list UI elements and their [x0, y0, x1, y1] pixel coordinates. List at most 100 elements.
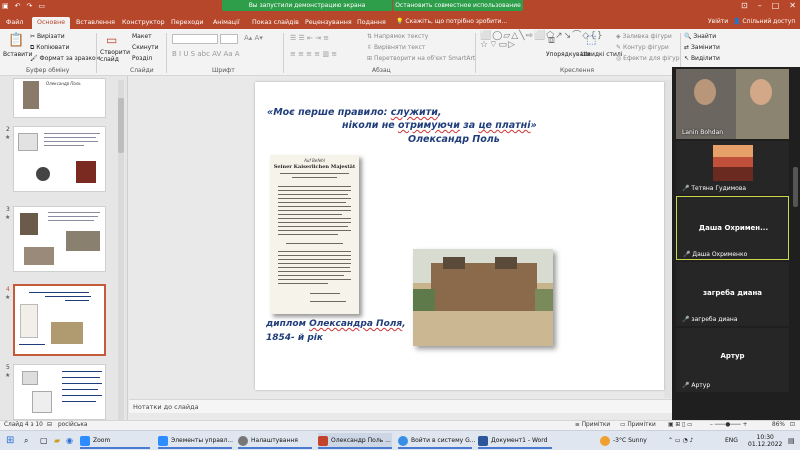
weather-widget[interactable]: -3°C Sunny [600, 433, 647, 449]
font-format-buttons[interactable]: B I U S abc AV Aa A [172, 50, 240, 58]
zoom-icon [158, 435, 168, 446]
slide-thumbnail-5[interactable] [13, 364, 106, 420]
participant-video-tile[interactable]: Lanin Bohdan [676, 69, 789, 139]
notifications-icon[interactable]: ▤ [788, 433, 795, 449]
save-icon[interactable]: ▣ [2, 2, 9, 10]
cursor-icon: ↖ [684, 55, 691, 62]
slide-thumbnail-3[interactable] [13, 206, 106, 272]
shape-outline-button[interactable]: ✎ Контур фігури [616, 44, 669, 51]
sign-in-link[interactable]: Увійти [708, 16, 728, 27]
share-button[interactable]: 👤 Спільний доступ [733, 16, 795, 27]
comments-toggle[interactable]: ▭ Примітки [620, 421, 656, 430]
present-icon[interactable]: ▭ [38, 2, 45, 10]
slide-canvas[interactable]: «Моє перше правило: служити, ніколи не о… [255, 82, 664, 390]
zoom-level[interactable]: 86% [772, 421, 785, 430]
participant-tile[interactable]: Артур 🎤 Артур [676, 328, 789, 392]
paste-button[interactable]: Вставити [3, 51, 32, 58]
reset-button[interactable]: Скинути [132, 44, 159, 51]
taskbar-zoom[interactable]: Zoom [80, 433, 150, 449]
align-buttons[interactable]: ≡ ≡ ≡ ≡ ▥ ≡ [290, 50, 337, 58]
panel-scrollbar[interactable] [793, 167, 798, 207]
thumbnail-caption: Олександр Поль [46, 81, 81, 86]
copy-button[interactable]: ⧉ Копіювати [30, 44, 69, 52]
editor-scrollbar[interactable] [664, 80, 671, 398]
thumbnail-scrollbar-thumb[interactable] [118, 98, 124, 153]
tab-review[interactable]: Рецензування [305, 17, 352, 29]
maximize-icon[interactable]: □ [772, 1, 780, 10]
participant-tile[interactable]: Даша Охримен... 🎤 Даша Охрименко [676, 196, 789, 260]
text-direction-button[interactable]: ⇅ Напрямок тексту [367, 33, 428, 40]
tab-animations[interactable]: Анімації [213, 17, 240, 29]
zoom-slider[interactable]: – ───●─── + [710, 421, 747, 430]
lightbulb-icon: 💡 [396, 18, 406, 25]
spellcheck-icon[interactable]: ⊟ [47, 421, 52, 430]
taskbar-search-icon[interactable]: ⌕ [24, 433, 28, 449]
slide-counter: Слайд 4 з 10 [4, 422, 43, 428]
notes-toggle[interactable]: ≡ Примітки [575, 421, 610, 430]
tab-home[interactable]: Основне [32, 17, 71, 29]
font-grow-icon[interactable]: A▴ A▾ [244, 34, 263, 42]
edge-icon[interactable]: ◉ [66, 433, 73, 449]
slide-thumbnail-4[interactable] [13, 284, 106, 356]
list-buttons[interactable]: ☰ ☰ ⇤ ⇥ ≡ [290, 34, 329, 42]
tab-design[interactable]: Конструктор [122, 17, 165, 29]
text-line [62, 383, 102, 384]
view-normal-icon[interactable]: ▣ ⊞ ▯ ▭ [668, 421, 693, 430]
close-icon[interactable]: ✕ [789, 1, 796, 10]
font-size-combo[interactable] [220, 34, 238, 44]
font-group-label: Шрифт [212, 67, 235, 74]
language-indicator[interactable]: російська [58, 421, 87, 430]
section-button[interactable]: Розділ [132, 55, 152, 62]
clock[interactable]: 10:30 01.12.2022 [748, 434, 782, 450]
align-text-button[interactable]: ⇳ Вирівняти текст [367, 44, 425, 51]
input-language[interactable]: ENG [725, 433, 738, 449]
slide-thumbnail-2[interactable] [13, 126, 106, 192]
sea [713, 167, 753, 181]
tab-file[interactable]: Файл [6, 17, 23, 29]
stop-share-button[interactable]: Остановить совместное использование [393, 0, 523, 11]
shape-fill-button[interactable]: ◈ Заливка фігури [616, 33, 672, 40]
taskbar-settings[interactable]: Налаштування [238, 433, 312, 449]
diploma-caption-line-2: 1854- й рік [266, 333, 323, 343]
portrait-image [23, 81, 39, 109]
participant-name: 🎤 Даша Охрименко [683, 251, 748, 258]
taskbar-word[interactable]: Документ1 - Word [478, 433, 552, 449]
building [431, 263, 537, 311]
taskbar-chrome[interactable]: Войти в систему G... [398, 433, 475, 449]
diploma-header-small: Auf Befehl [304, 158, 325, 163]
select-button[interactable]: ↖ Виділити [684, 55, 720, 62]
tab-insert[interactable]: Вставлення [76, 17, 115, 29]
minimize-icon[interactable]: – [758, 1, 762, 10]
shapes-gallery[interactable]: ⬜◯▱△╲⇨⬜⬠↗↘⌒◇{}☆⌔▭▷ [480, 32, 603, 50]
smartart-button[interactable]: ⊞ Перетворити на об'єкт SmartArt [367, 55, 475, 62]
tab-transitions[interactable]: Переходи [171, 17, 204, 29]
layout-button[interactable]: Макет [132, 33, 152, 40]
tab-view[interactable]: Подання [357, 17, 386, 29]
file-explorer-icon[interactable]: ▰ [54, 433, 60, 449]
fit-slide-icon[interactable]: ⊡ [790, 421, 795, 430]
participant-tile[interactable]: 🎤 Тетяна Гудимова [676, 141, 789, 194]
text-line [44, 137, 96, 138]
find-button[interactable]: 🔍 Знайти [684, 33, 716, 40]
font-name-combo[interactable] [172, 34, 218, 44]
shape-effects-button[interactable]: ◎ Ефекти для фігур [616, 55, 680, 62]
start-windows-icon[interactable]: ⊞ [6, 433, 14, 449]
slide-thumbnail-1[interactable]: Олександр Поль [13, 78, 106, 118]
cut-button[interactable]: ✂ Вирізати [30, 33, 65, 40]
notes-pane[interactable]: Нотатки до слайда [129, 399, 672, 413]
diagram-image [18, 133, 38, 151]
redo-icon[interactable]: ↷ [27, 2, 33, 10]
participant-tile[interactable]: загреба диана 🎤 загреба диана [676, 262, 789, 326]
undo-icon[interactable]: ↶ [15, 2, 21, 10]
ribbon-options-icon[interactable]: ⊡ [741, 1, 748, 10]
new-slide-button[interactable]: Створити слайд [100, 49, 130, 63]
taskbar-powerpoint[interactable]: Олександр Поль ... [318, 433, 392, 449]
tray-icons[interactable]: ⌃ ▭ ◔ ♪ [668, 433, 693, 449]
format-painter-button[interactable]: 🖌 Формат за зразком [30, 55, 100, 62]
taskbar-zoom-controls[interactable]: Элементы управл... [158, 433, 233, 449]
replace-button[interactable]: ⇄ Замінити [684, 44, 720, 51]
building-image [51, 322, 83, 344]
tab-slideshow[interactable]: Показ слайдів [252, 17, 299, 29]
task-view-icon[interactable]: ▢ [40, 433, 48, 449]
tell-me-search[interactable]: 💡 Скажіть, що потрібно зробити... [396, 16, 536, 27]
